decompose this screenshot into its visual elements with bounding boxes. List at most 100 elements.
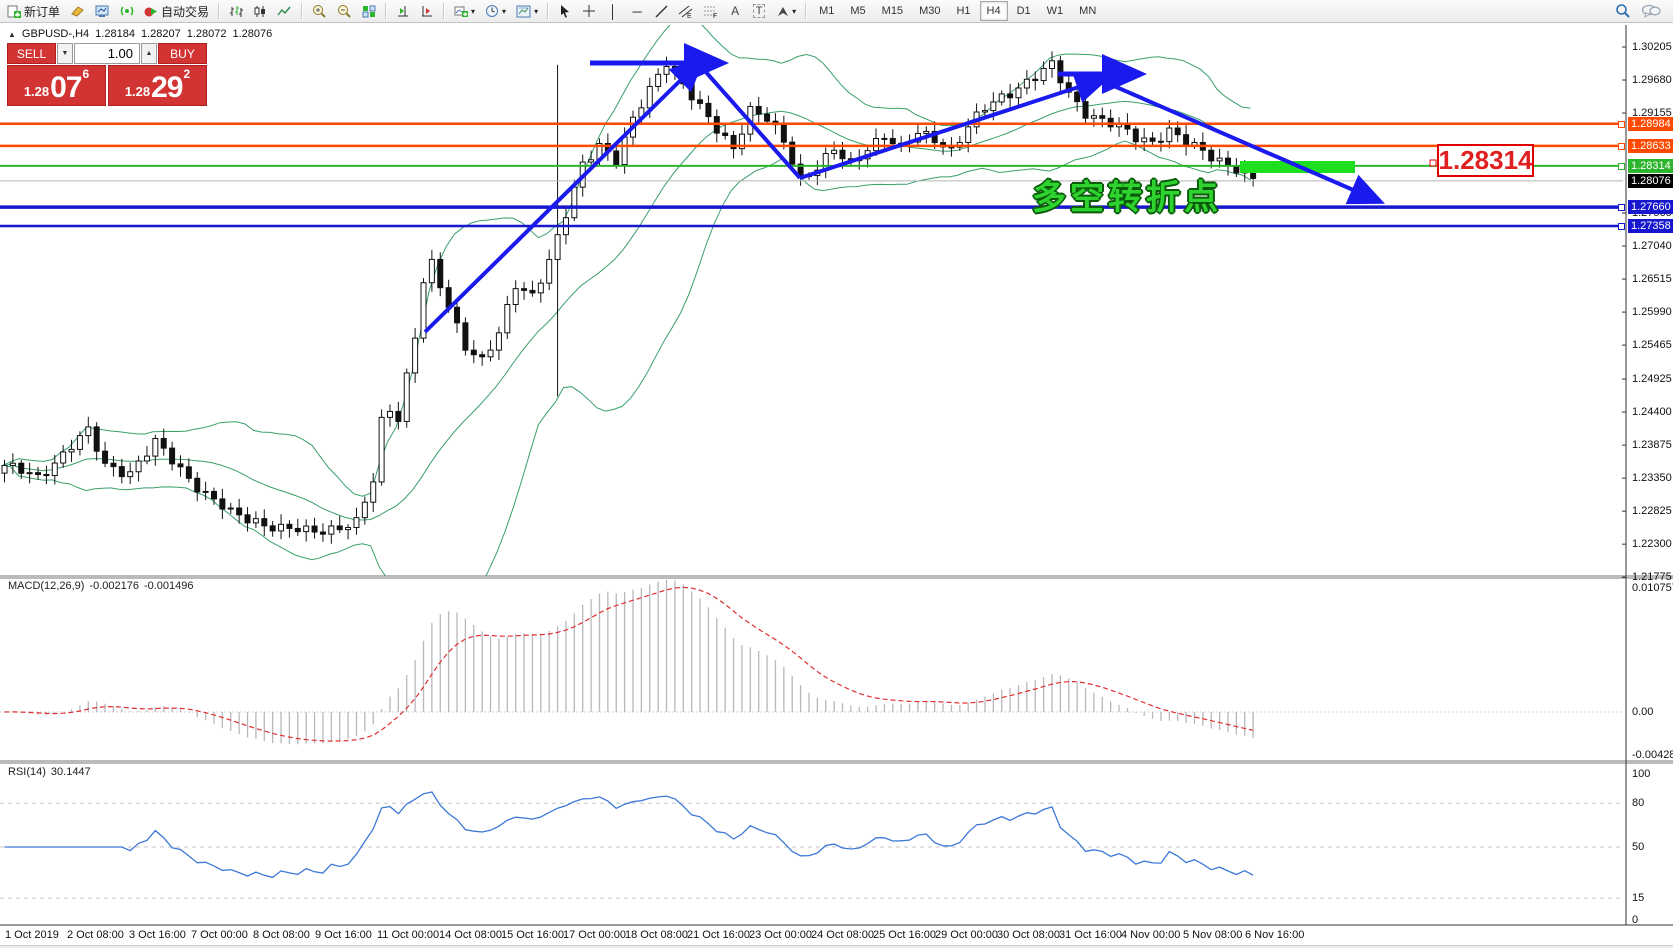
date-tick-label: 30 Oct 08:00 [997,929,1060,941]
candle-body [1175,128,1180,135]
horizontal-line-button[interactable]: ─ [626,1,648,21]
candle-body [161,438,166,448]
level-anchor-square[interactable] [1618,163,1625,170]
collapse-panel-arrow[interactable]: ▲ [8,30,16,39]
periods-button[interactable]: ▾ [481,1,510,21]
price-tick-label: 1.25990 [1632,306,1672,318]
crosshair-icon [582,4,596,18]
price-box-anchor[interactable] [1430,160,1436,166]
candle-body [756,106,761,114]
date-tick-label: 23 Oct 00:00 [749,929,812,941]
candle-body [237,508,242,515]
candle-body [438,259,443,287]
candle-body [136,461,141,472]
text-label-button[interactable]: T [748,1,770,21]
candlestick-chart-button[interactable] [249,1,271,21]
timeframe-button-h1[interactable]: H1 [949,1,977,21]
level-anchor-square[interactable] [1618,143,1625,150]
signals-button[interactable] [116,1,138,21]
timeframe-button-h4[interactable]: H4 [980,1,1008,21]
fibonacci-button[interactable]: F [699,1,722,21]
date-tick-label: 6 Nov 16:00 [1245,929,1304,941]
timeframe-button-d1[interactable]: D1 [1010,1,1038,21]
rsi-pane[interactable] [0,792,1623,898]
level-anchor-square[interactable] [1618,204,1625,211]
candle-body [1184,135,1189,146]
price-chart[interactable] [0,23,1673,945]
main-pane[interactable] [0,23,1623,641]
new-chart-button[interactable]: ▾ [450,1,479,21]
templates-button[interactable]: ▾ [512,1,542,21]
cursor-button[interactable] [554,1,576,21]
trendline-button[interactable] [650,1,672,21]
channel-icon: E [678,5,693,18]
sell-price-tile[interactable]: 1.28 07 6 [7,65,106,106]
search-icon[interactable] [1615,3,1631,19]
date-tick-label: 5 Nov 08:00 [1183,929,1242,941]
chart-shift-icon [396,5,410,18]
equidistant-channel-button[interactable]: E [674,1,697,21]
chat-icon[interactable] [1641,4,1661,19]
date-tick-label: 11 Oct 00:00 [377,929,439,941]
timeframe-button-w1[interactable]: W1 [1040,1,1071,21]
level-price-label: 1.27660 [1628,200,1673,214]
market-watch-button[interactable] [91,1,114,21]
candle-body [295,528,300,531]
trend-arrow-line[interactable] [697,62,800,178]
sell-button[interactable]: SELL [7,43,56,64]
fibonacci-icon: F [703,5,718,18]
autotrading-button[interactable]: 自动交易 [140,1,213,21]
trend-arrow-line[interactable] [800,80,1100,178]
tile-windows-button[interactable] [358,1,380,21]
candlestick-icon [253,5,267,18]
dropdown-arrow-icon: ▾ [471,5,475,18]
candle-body [1150,138,1155,141]
candle-body [329,526,334,534]
level-anchor-square[interactable] [1618,223,1625,230]
date-tick-label: 18 Oct 08:00 [625,929,688,941]
bar-chart-button[interactable] [225,1,247,21]
zoom-out-button[interactable] [333,1,356,21]
chart-shift-button[interactable] [392,1,414,21]
macd-signal-value: -0.001496 [144,580,194,592]
symbol-title: GBPUSD-,H4 [22,28,89,40]
zoom-in-button[interactable] [308,1,331,21]
vertical-line-button[interactable]: │ [602,1,624,21]
date-tick-label: 29 Oct 00:00 [935,929,998,941]
rsi-tick-label: 80 [1632,797,1644,809]
timeframe-button-m5[interactable]: M5 [843,1,872,21]
timeframe-button-mn[interactable]: MN [1072,1,1103,21]
volume-decrease-button[interactable]: ▼ [57,43,73,64]
level-anchor-square[interactable] [1618,121,1625,128]
svg-text:F: F [713,13,717,18]
macd-pane[interactable] [0,580,1623,745]
candle-body [1008,94,1013,98]
auto-scroll-button[interactable] [416,1,438,21]
candle-body [396,411,401,421]
ticket-button[interactable] [66,1,89,21]
level-price-label: 1.28984 [1628,117,1673,131]
rsi-indicator-label: RSI(14) 30.1447 [8,766,91,778]
timeframe-button-m30[interactable]: M30 [912,1,947,21]
timeframe-button-m15[interactable]: M15 [875,1,910,21]
buy-button[interactable]: BUY [158,43,207,64]
volume-increase-button[interactable]: ▲ [141,43,157,64]
candle-body [982,111,987,112]
candle-body [253,519,258,523]
volume-input[interactable]: 1.00 [74,43,140,64]
text-button[interactable]: A [724,1,746,21]
buy-price-tile[interactable]: 1.28 29 2 [108,65,207,106]
candle-body [689,84,694,100]
macd-signal-line [5,587,1254,741]
arrows-button[interactable]: ▾ [772,1,800,21]
crosshair-button[interactable] [578,1,600,21]
line-chart-button[interactable] [273,1,296,21]
rsi-name: RSI(14) [8,766,46,778]
ticket-icon [70,5,85,17]
candle-body [1050,61,1055,69]
zoom-out-icon [337,4,352,18]
ohlc-high: 1.28207 [141,28,181,40]
timeframe-button-m1[interactable]: M1 [812,1,841,21]
new-order-button[interactable]: 新订单 [3,1,64,21]
candle-body [924,131,929,133]
